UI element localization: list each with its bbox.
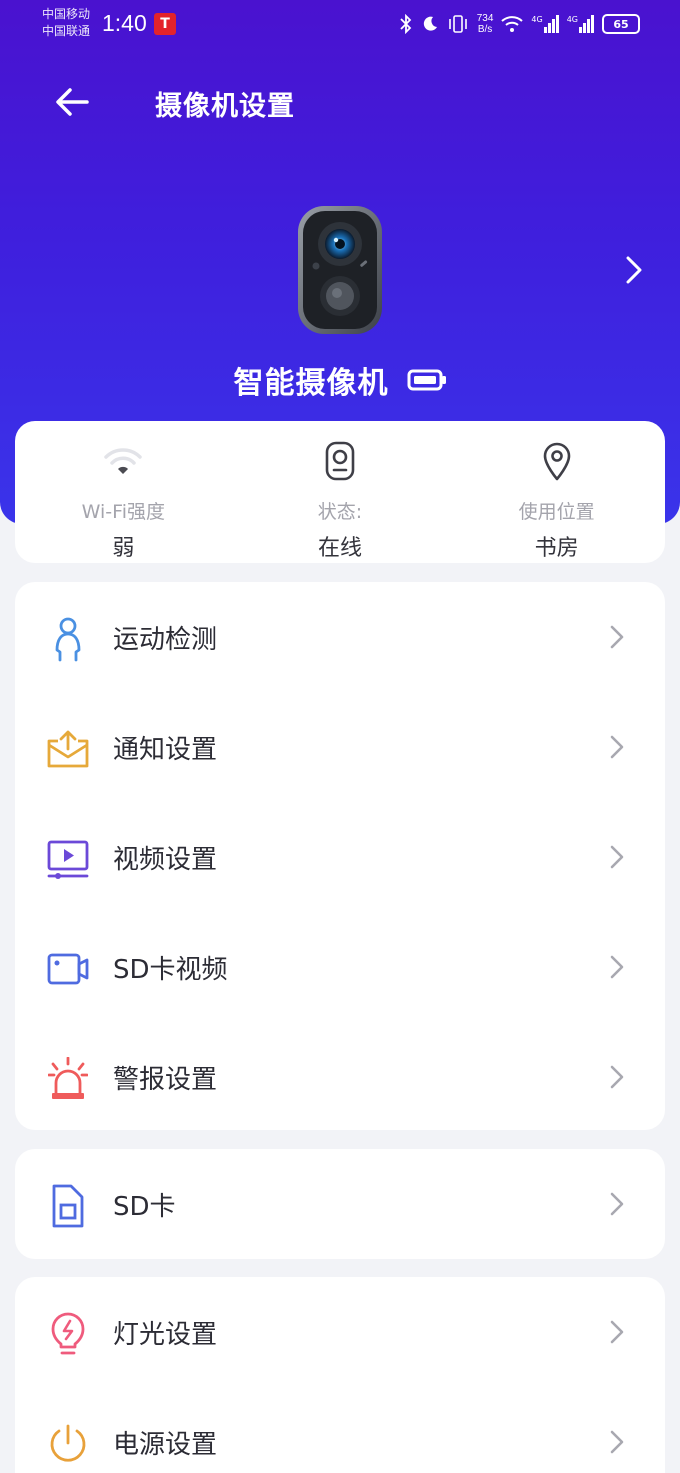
status-time: 1:40	[102, 10, 147, 36]
light-bulb-icon	[51, 1312, 85, 1355]
wifi-icon	[104, 448, 143, 474]
status-icons: 734 B/s 4G 4G 65	[399, 10, 640, 38]
battery-icon	[407, 369, 446, 391]
device-detail-button[interactable]	[616, 252, 652, 288]
settings-row-alarm[interactable]: 警报设置	[15, 1022, 665, 1130]
status-label: 状态:	[317, 501, 363, 523]
row-label: SD卡视频	[113, 954, 228, 985]
battery-status: 65	[602, 14, 640, 34]
status-bar: 中国移动 中国联通 1:40 T 734 B/s 4G 4G 65	[0, 0, 680, 48]
video-monitor-icon	[47, 840, 89, 879]
carrier-2: 中国联通	[42, 24, 91, 38]
row-label: 视频设置	[113, 844, 218, 875]
settings-row-notification[interactable]: 通知设置	[15, 692, 665, 802]
carrier-info: 中国移动 中国联通	[42, 6, 90, 40]
location-value: 书房	[534, 536, 579, 561]
sd-card-icon	[52, 1184, 84, 1228]
chevron-right-icon	[610, 955, 624, 979]
signal-2-icon: 4G	[567, 15, 594, 33]
status-value: 在线	[318, 536, 363, 561]
chevron-right-icon	[610, 845, 624, 869]
device-info-card: Wi-Fi强度 弱 状态: 在线 使用位置 书房	[15, 421, 665, 563]
settings-row-motion-detection[interactable]: 运动检测	[15, 582, 665, 692]
mail-upload-icon	[47, 730, 89, 768]
power-icon	[50, 1424, 86, 1462]
settings-card-light-power: 灯光设置 电源设置	[15, 1277, 665, 1473]
vibrate-icon	[448, 15, 467, 33]
row-label: 电源设置	[113, 1429, 218, 1460]
arrow-left-icon	[56, 88, 89, 116]
signal-1-icon: 4G	[531, 15, 559, 33]
device-name: 智能摄像机	[233, 366, 389, 401]
tesla-app-icon: T	[154, 13, 176, 35]
chevron-right-icon	[610, 1192, 624, 1216]
info-location: 使用位置 书房	[448, 421, 665, 563]
chevron-right-icon	[610, 1320, 624, 1344]
device-name-row: 智能摄像机	[0, 358, 680, 402]
video-camera-icon	[47, 953, 89, 985]
settings-row-power[interactable]: 电源设置	[15, 1387, 665, 1473]
carrier-1: 中国移动	[42, 7, 91, 21]
row-label: SD卡	[113, 1191, 176, 1222]
row-label: 通知设置	[113, 734, 218, 765]
moon-icon	[423, 16, 437, 31]
chevron-right-icon	[610, 625, 624, 649]
location-pin-icon	[543, 442, 570, 481]
page-title: 摄像机设置	[155, 91, 295, 122]
alarm-siren-icon	[48, 1057, 88, 1099]
settings-row-light[interactable]: 灯光设置	[15, 1277, 665, 1387]
wifi-value: 弱	[112, 536, 135, 561]
chevron-right-icon	[610, 1065, 624, 1089]
back-button[interactable]	[50, 82, 94, 122]
chevron-right-icon	[626, 256, 642, 284]
row-label: 灯光设置	[113, 1319, 218, 1350]
settings-row-sd-card-video[interactable]: SD卡视频	[15, 912, 665, 1022]
chevron-right-icon	[610, 1430, 624, 1454]
camera-status-icon	[325, 441, 355, 481]
location-label: 使用位置	[518, 501, 595, 523]
row-label: 运动检测	[113, 624, 218, 655]
person-icon	[55, 617, 81, 662]
net-speed: 734 B/s	[476, 13, 494, 35]
row-label: 警报设置	[113, 1064, 218, 1095]
settings-row-video[interactable]: 视频设置	[15, 802, 665, 912]
settings-card-main: 运动检测 通知设置 视频设置 SD卡视频 警报设置	[15, 582, 665, 1130]
settings-row-sd-card[interactable]: SD卡	[15, 1149, 665, 1259]
wifi-label: Wi-Fi强度	[81, 501, 165, 523]
info-status: 状态: 在线	[232, 421, 449, 563]
camera-device-image[interactable]	[296, 204, 384, 336]
settings-card-sd: SD卡	[15, 1149, 665, 1259]
wifi-status-icon	[501, 16, 524, 32]
chevron-right-icon	[610, 735, 624, 759]
info-wifi: Wi-Fi强度 弱	[15, 421, 232, 563]
bluetooth-icon	[400, 14, 411, 34]
